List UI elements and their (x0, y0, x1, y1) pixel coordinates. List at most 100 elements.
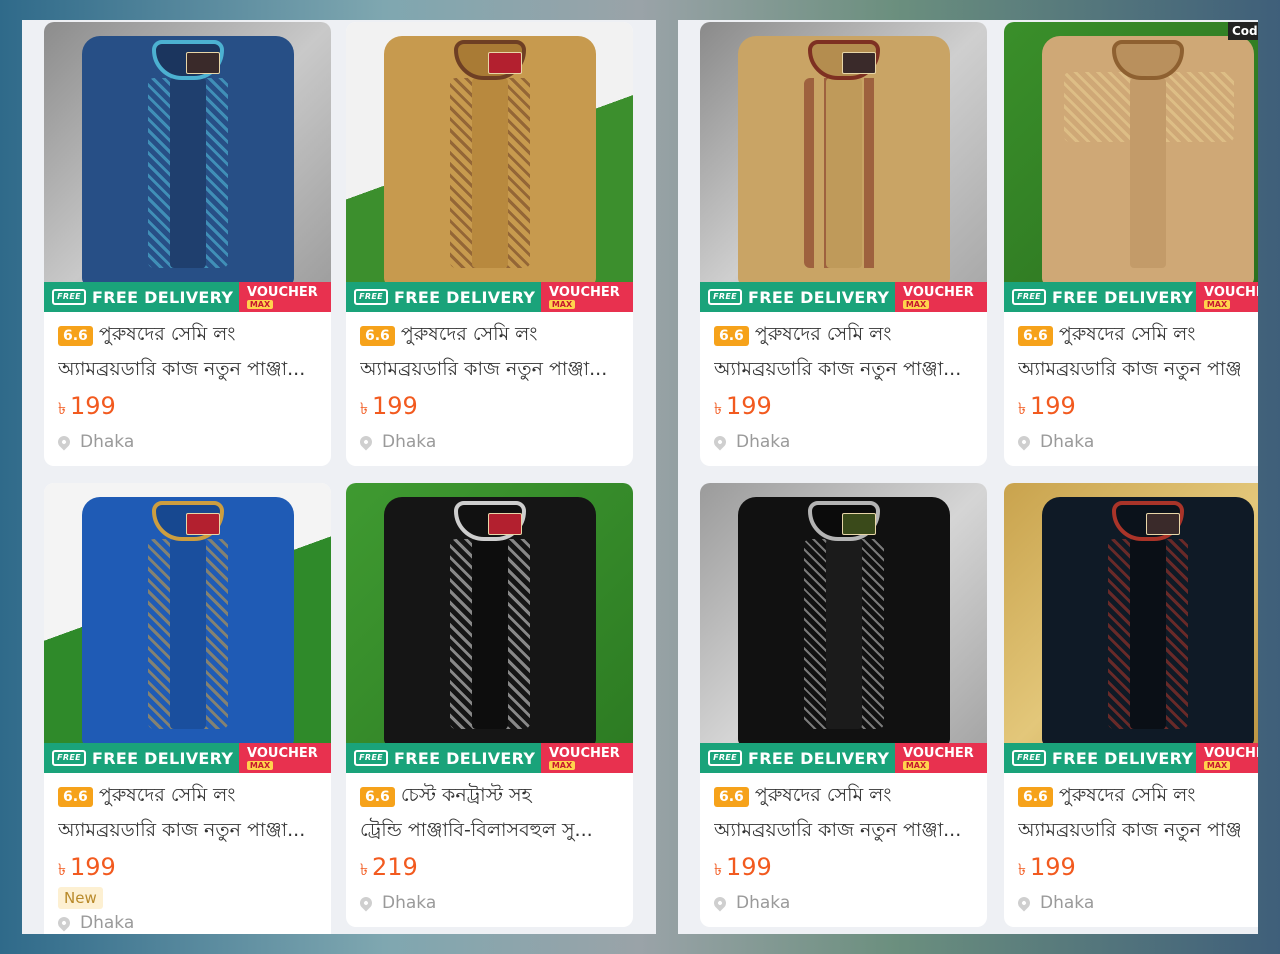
product-price: ৳ 199 (714, 853, 772, 881)
product-price: ৳ 199 (360, 392, 418, 420)
product-title[interactable]: 6.6 পুরুষদের সেমি লং (1018, 322, 1244, 350)
campaign-badge: 6.6 (1018, 787, 1053, 807)
campaign-badge: 6.6 (360, 326, 395, 346)
product-image[interactable]: FREE FREE DELIVERY VOUCHER MAX (44, 483, 331, 773)
product-card[interactable]: FREE FREE DELIVERY VOUCHER MAX 6.6 পুরুষদের… (700, 483, 987, 927)
voucher-badge: VOUCHEMAX (1196, 282, 1258, 312)
product-location: Dhaka (357, 891, 619, 915)
free-delivery-badge: FREE FREE DELIVERY (346, 282, 541, 312)
campaign-badge: 6.6 (714, 787, 749, 807)
product-location: Dhaka (1015, 891, 1244, 915)
product-price: ৳ 199 (58, 853, 116, 881)
voucher-badge: VOUCHER MAX (895, 743, 987, 773)
truck-icon: FREE (52, 289, 86, 305)
free-delivery-badge: FREE FREE DELIVERY (700, 282, 895, 312)
product-price: ৳ 199 (1018, 853, 1076, 881)
location-pin-icon (357, 433, 375, 451)
truck-icon: FREE (354, 289, 388, 305)
product-card[interactable]: FREE FREE DELIVERY VOUCHER MAX 6.6 চেস্ট কন… (346, 483, 633, 927)
voucher-badge: VOUCHER MAX (541, 282, 633, 312)
product-title-line2[interactable]: ট্রেন্ডি পাঞ্জাবি-বিলাসবহুল সু... (360, 815, 619, 845)
free-delivery-badge: FREE FREE DELIVERY (44, 282, 239, 312)
product-title-line2[interactable]: অ্যামব্রয়ডারি কাজ নতুন পাঞ্জা... (58, 354, 317, 384)
product-location: Dhaka (357, 430, 619, 454)
free-delivery-badge: FREE FREE DELIVERY (700, 743, 895, 773)
product-location: Dhaka (711, 430, 973, 454)
voucher-badge: VOUCHER MAX (541, 743, 633, 773)
product-grid-right: FREE FREE DELIVERY VOUCHER MAX 6.6 পুরুষদের… (678, 20, 1258, 934)
product-title-line2[interactable]: অ্যামব্রয়ডারি কাজ নতুন পাঞ্জা... (714, 815, 973, 845)
product-title[interactable]: 6.6 পুরুষদের সেমি লং (1018, 783, 1244, 811)
location-pin-icon (711, 433, 729, 451)
product-price: ৳ 199 (1018, 392, 1076, 420)
product-title-line2[interactable]: অ্যামব্রয়ডারি কাজ নতুন পাঞ্জ (1018, 354, 1244, 384)
truck-icon: FREE (52, 750, 86, 766)
product-location: Dhaka (711, 891, 973, 915)
free-delivery-badge: FREE FREE DELIVERY (1004, 282, 1196, 312)
truck-icon: FREE (1012, 750, 1046, 766)
truck-icon: FREE (354, 750, 388, 766)
product-card[interactable]: FREE FREE DELIVERY VOUCHER MAX 6.6 পুরুষদের… (44, 22, 331, 466)
product-title[interactable]: 6.6 পুরুষদের সেমি লং (58, 783, 317, 811)
product-price: ৳ 219 (360, 853, 418, 881)
product-title[interactable]: 6.6 পুরুষদের সেমি লং (714, 322, 973, 350)
product-price: ৳ 199 (58, 392, 116, 420)
product-title-line2[interactable]: অ্যামব্রয়ডারি কাজ নতুন পাঞ্জা... (58, 815, 317, 845)
free-delivery-badge: FREE FREE DELIVERY (44, 743, 239, 773)
product-location: Dhaka (1015, 430, 1244, 454)
product-code-label: Cod S 12 (1228, 22, 1258, 40)
product-image[interactable]: FREEFREE DELIVERY VOUCHEMAX (1004, 483, 1258, 773)
product-title[interactable]: 6.6 পুরুষদের সেমি লং (58, 322, 317, 350)
campaign-badge: 6.6 (58, 787, 93, 807)
product-title-line2[interactable]: অ্যামব্রয়ডারি কাজ নতুন পাঞ্জা... (360, 354, 619, 384)
product-location: Dhaka (55, 430, 317, 454)
voucher-badge: VOUCHER MAX (895, 282, 987, 312)
campaign-badge: 6.6 (360, 787, 395, 807)
product-location: Dhaka (55, 911, 317, 934)
promo-bar: FREE FREE DELIVERY VOUCHER MAX (700, 743, 987, 773)
voucher-badge: VOUCHEMAX (1196, 743, 1258, 773)
campaign-badge: 6.6 (58, 326, 93, 346)
product-grid-left: FREE FREE DELIVERY VOUCHER MAX 6.6 পুরুষদের… (22, 20, 656, 934)
campaign-badge: 6.6 (714, 326, 749, 346)
promo-bar: FREE FREE DELIVERY VOUCHER MAX (346, 282, 633, 312)
product-title[interactable]: 6.6 পুরুষদের সেমি লং (714, 783, 973, 811)
product-price: ৳ 199 (714, 392, 772, 420)
location-pin-icon (357, 894, 375, 912)
new-badge: New (58, 887, 103, 909)
product-title[interactable]: 6.6 চেস্ট কনট্রাস্ট সহ (360, 783, 619, 811)
free-delivery-badge: FREE FREE DELIVERY (346, 743, 541, 773)
promo-bar: FREEFREE DELIVERY VOUCHEMAX (1004, 282, 1258, 312)
location-pin-icon (711, 894, 729, 912)
truck-icon: FREE (1012, 289, 1046, 305)
product-title-line2[interactable]: অ্যামব্রয়ডারি কাজ নতুন পাঞ্জা... (714, 354, 973, 384)
truck-icon: FREE (708, 750, 742, 766)
product-image[interactable]: FREE FREE DELIVERY VOUCHER MAX (346, 22, 633, 312)
location-pin-icon (55, 914, 73, 932)
product-image[interactable]: FREE FREE DELIVERY VOUCHER MAX (700, 483, 987, 773)
product-title-line2[interactable]: অ্যামব্রয়ডারি কাজ নতুন পাঞ্জ (1018, 815, 1244, 845)
product-card[interactable]: FREEFREE DELIVERY VOUCHEMAX 6.6পুরুষদের … (1004, 22, 1258, 466)
product-image[interactable]: FREE FREE DELIVERY VOUCHER MAX (346, 483, 633, 773)
product-title[interactable]: 6.6 পুরুষদের সেমি লং (360, 322, 619, 350)
product-image[interactable]: FREE FREE DELIVERY VOUCHER MAX (44, 22, 331, 312)
product-card[interactable]: FREE FREE DELIVERY VOUCHER MAX 6.6 পুরুষদের… (700, 22, 987, 466)
location-pin-icon (1015, 894, 1033, 912)
promo-bar: FREE FREE DELIVERY VOUCHER MAX (346, 743, 633, 773)
product-card[interactable]: FREE FREE DELIVERY VOUCHER MAX 6.6 পুরুষদের… (346, 22, 633, 466)
voucher-badge: VOUCHER MAX (239, 282, 331, 312)
voucher-badge: VOUCHER MAX (239, 743, 331, 773)
truck-icon: FREE (708, 289, 742, 305)
product-card[interactable]: FREEFREE DELIVERY VOUCHEMAX 6.6পুরুষদের … (1004, 483, 1258, 927)
campaign-badge: 6.6 (1018, 326, 1053, 346)
free-delivery-badge: FREE FREE DELIVERY (1004, 743, 1196, 773)
promo-bar: FREE FREE DELIVERY VOUCHER MAX (44, 743, 331, 773)
promo-bar: FREE FREE DELIVERY VOUCHER MAX (700, 282, 987, 312)
product-card[interactable]: FREE FREE DELIVERY VOUCHER MAX 6.6 পুরুষদের… (44, 483, 331, 934)
location-pin-icon (55, 433, 73, 451)
product-image[interactable]: FREEFREE DELIVERY VOUCHEMAX (1004, 22, 1258, 312)
product-image[interactable]: FREE FREE DELIVERY VOUCHER MAX (700, 22, 987, 312)
location-pin-icon (1015, 433, 1033, 451)
promo-bar: FREE FREE DELIVERY VOUCHER MAX (44, 282, 331, 312)
promo-bar: FREEFREE DELIVERY VOUCHEMAX (1004, 743, 1258, 773)
